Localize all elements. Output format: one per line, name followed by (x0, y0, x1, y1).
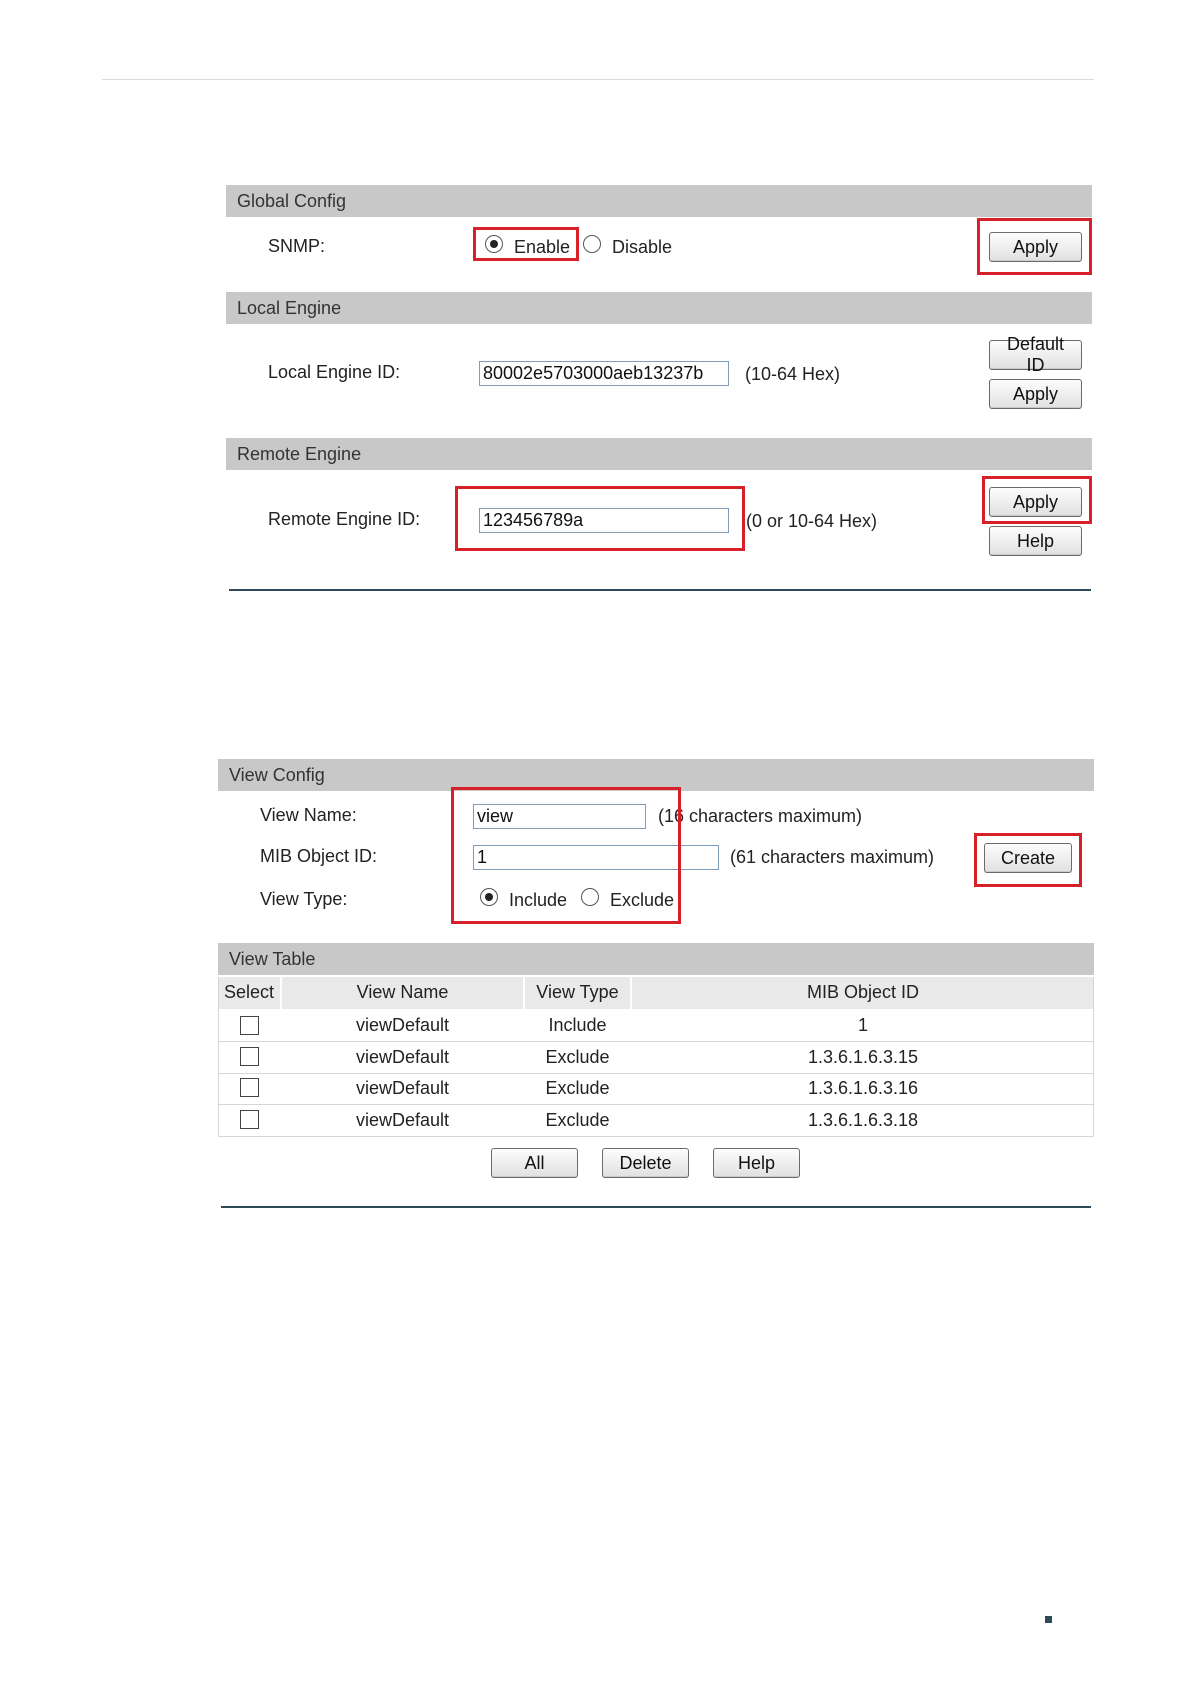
view-type-label: View Type: (260, 889, 348, 909)
snmp-disable-radio[interactable] (583, 235, 601, 253)
local-engine-id-hint: (10-64 Hex) (745, 364, 841, 384)
snmp-label: SNMP: (268, 236, 326, 256)
view-name-input[interactable] (473, 804, 646, 829)
table-help-button[interactable]: Help (713, 1148, 800, 1178)
cell-mib-object-id: 1.3.6.1.6.3.18 (807, 1110, 919, 1130)
view-name-hint: (16 characters maximum) (658, 806, 863, 826)
view-name-label: View Name: (260, 805, 357, 825)
remote-apply-button[interactable]: Apply (989, 487, 1082, 517)
column-header-select: Select (223, 982, 275, 1002)
table-right-border (1093, 977, 1094, 1137)
cell-view-type: Exclude (545, 1078, 610, 1098)
local-engine-title: Local Engine (237, 297, 342, 318)
row-select-checkbox[interactable] (240, 1047, 259, 1066)
cell-mib-object-id: 1.3.6.1.6.3.16 (807, 1078, 919, 1098)
global-apply-button[interactable]: Apply (989, 232, 1082, 262)
local-engine-id-label: Local Engine ID: (268, 362, 401, 382)
cell-mib-object-id: 1 (857, 1015, 868, 1035)
default-id-button[interactable]: Default ID (989, 334, 1082, 375)
local-apply-button[interactable]: Apply (989, 379, 1082, 409)
select-all-button[interactable]: All (491, 1148, 578, 1178)
view-config-title: View Config (229, 764, 325, 785)
global-config-header: Global Config (226, 185, 1092, 217)
remote-engine-id-label: Remote Engine ID: (268, 509, 421, 529)
snmp-disable-label[interactable]: Disable (612, 237, 672, 258)
section-rule-1 (229, 589, 1091, 591)
remote-help-button[interactable]: Help (989, 526, 1082, 556)
view-type-exclude-radio[interactable] (581, 888, 599, 906)
delete-button[interactable]: Delete (602, 1148, 689, 1178)
mib-object-id-hint: (61 characters maximum) (730, 847, 935, 867)
cell-view-name: viewDefault (355, 1015, 450, 1035)
remote-engine-id-hint: (0 or 10-64 Hex) (746, 511, 878, 531)
cell-mib-object-id: 1.3.6.1.6.3.15 (807, 1047, 919, 1067)
cell-view-name: viewDefault (355, 1078, 450, 1098)
table-bottom-border (218, 1136, 1094, 1137)
cell-view-name: viewDefault (355, 1110, 450, 1130)
cell-view-name: viewDefault (355, 1047, 450, 1067)
mib-object-id-input[interactable] (473, 845, 719, 870)
snmp-enable-radio[interactable] (485, 235, 503, 253)
row-select-checkbox[interactable] (240, 1110, 259, 1129)
row-divider (218, 1073, 1094, 1074)
column-header-mib-object-id: MIB Object ID (806, 982, 920, 1002)
row-divider (218, 1104, 1094, 1105)
snmp-enable-label[interactable]: Enable (514, 237, 570, 258)
remote-engine-title: Remote Engine (237, 443, 362, 464)
section-rule-2 (221, 1206, 1091, 1208)
view-config-header: View Config (218, 759, 1094, 791)
column-header-view-type: View Type (536, 982, 619, 1002)
row-select-checkbox[interactable] (240, 1016, 259, 1035)
cell-view-type: Exclude (545, 1110, 610, 1130)
cell-view-type: Include (548, 1015, 607, 1035)
view-type-exclude-label[interactable]: Exclude (610, 890, 674, 911)
row-select-checkbox[interactable] (240, 1078, 259, 1097)
view-type-include-radio[interactable] (480, 888, 498, 906)
cell-view-type: Exclude (545, 1047, 610, 1067)
row-divider (218, 1041, 1094, 1042)
view-type-include-label[interactable]: Include (509, 890, 567, 911)
create-button[interactable]: Create (984, 843, 1072, 873)
mib-object-id-label: MIB Object ID: (260, 846, 378, 866)
remote-engine-header: Remote Engine (226, 438, 1092, 470)
view-table-header: View Table (218, 943, 1094, 975)
page-corner-mark (1045, 1616, 1052, 1623)
page-top-rule (102, 79, 1094, 80)
table-left-border (218, 977, 219, 1137)
column-header-view-name: View Name (356, 982, 449, 1002)
local-engine-id-input[interactable] (479, 361, 729, 386)
local-engine-header: Local Engine (226, 292, 1092, 324)
view-table-title: View Table (229, 948, 316, 969)
remote-engine-id-input[interactable] (479, 508, 729, 533)
global-config-title: Global Config (237, 190, 347, 211)
